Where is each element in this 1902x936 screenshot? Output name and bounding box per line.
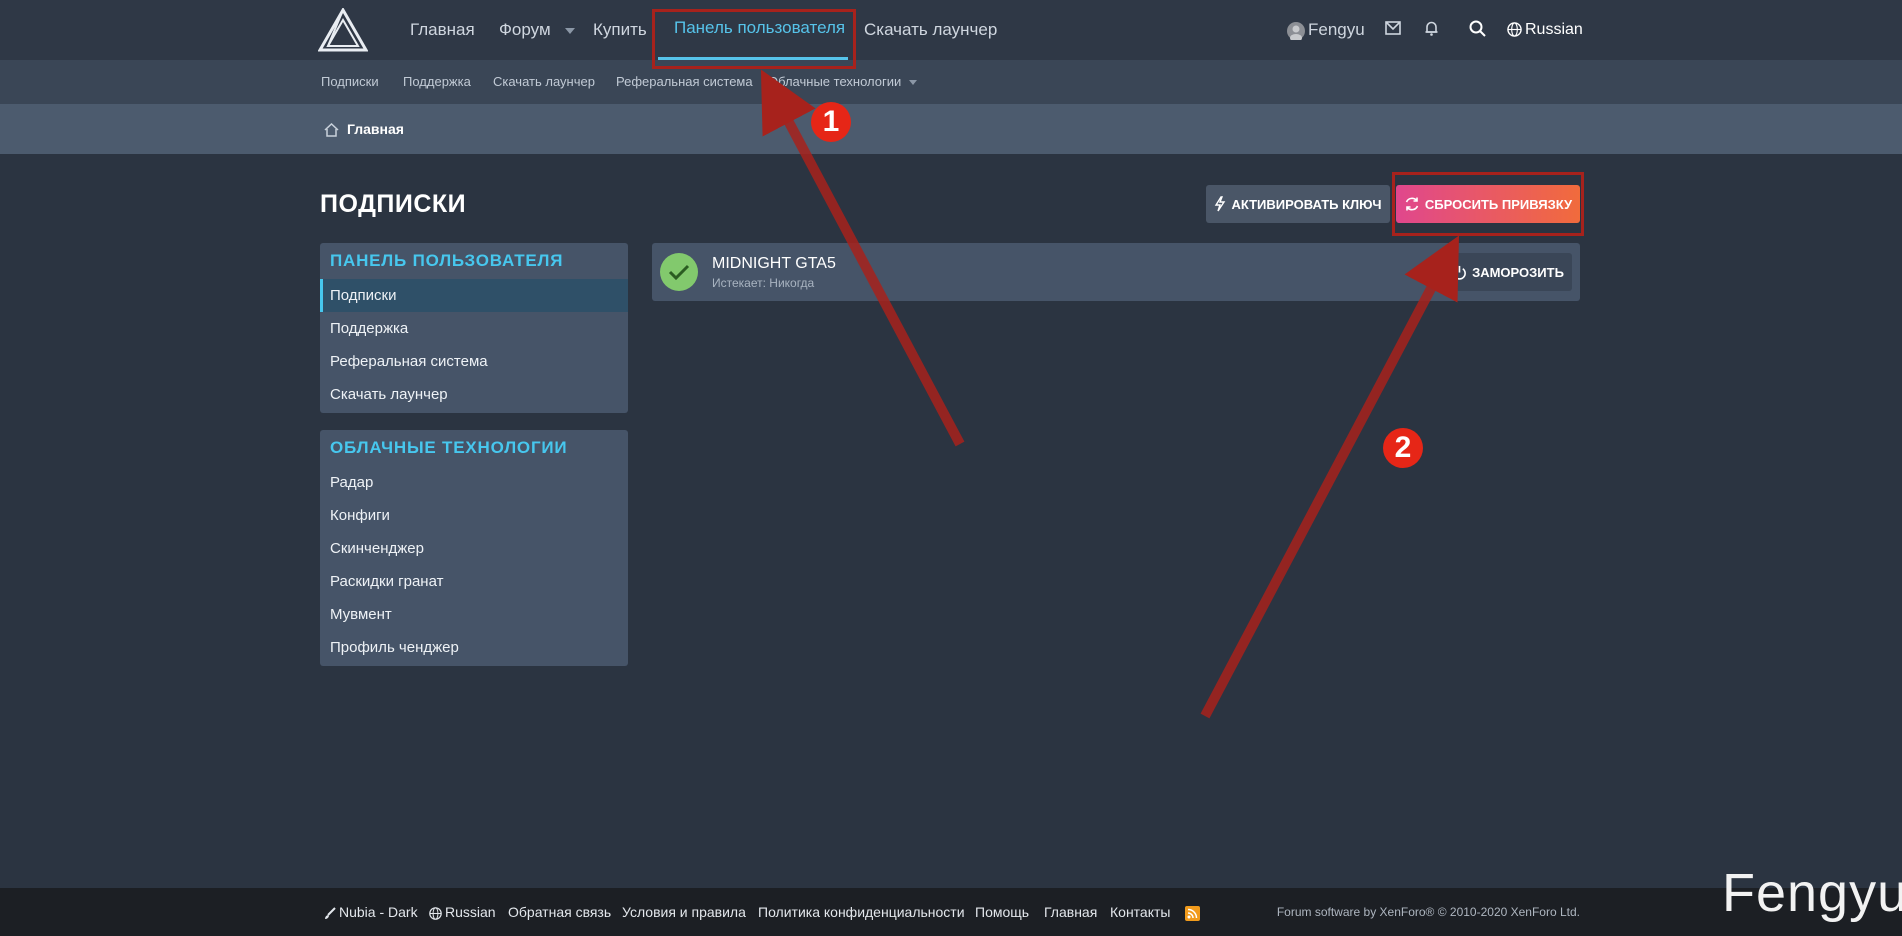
chevron-down-icon[interactable] (909, 80, 918, 86)
brush-icon (325, 907, 336, 919)
reset-binding-button[interactable]: СБРОСИТЬ ПРИВЯЗКУ (1396, 185, 1580, 223)
subscription-expiry: Истекает: Никогда (712, 276, 815, 290)
mail-icon[interactable] (1385, 21, 1401, 35)
logo-triangle-icon[interactable] (318, 8, 368, 52)
subnav-referral[interactable]: Реферальная система (616, 60, 753, 104)
footer-copyright: Forum software by XenForo® © 2010-2020 X… (1276, 905, 1580, 919)
subnav-cloud-label: Облачные технологии (768, 74, 902, 89)
nav-download-launcher[interactable]: Скачать лаунчер (864, 0, 997, 60)
page-title: ПОДПИСКИ (320, 190, 467, 218)
breadcrumb[interactable]: Главная (324, 104, 404, 154)
sidebar-cloud-panel-title: ОБЛАЧНЫЕ ТЕХНОЛОГИИ (330, 438, 568, 457)
power-icon (1453, 265, 1466, 280)
footer-link-contacts[interactable]: Контакты (1110, 888, 1170, 936)
footer-style-chooser[interactable]: Nubia - Dark (324, 888, 418, 936)
footer-link-privacy[interactable]: Политика конфиденциальности (758, 888, 965, 936)
sidebar-item-grenades[interactable]: Раскидки гранат (320, 565, 628, 598)
subnav-subscriptions[interactable]: Подписки (321, 60, 379, 104)
reset-binding-label: СБРОСИТЬ ПРИВЯЗКУ (1424, 196, 1573, 212)
breadcrumb-home[interactable]: Главная (347, 121, 404, 137)
search-icon[interactable] (1469, 20, 1486, 37)
breadcrumb-bar (0, 104, 1902, 154)
sidebar-item-support[interactable]: Поддержка (320, 312, 628, 345)
sidebar-item-download-launcher[interactable]: Скачать лаунчер (320, 378, 628, 411)
sidebar-item-configs[interactable]: Конфиги (320, 499, 628, 532)
bell-icon[interactable] (1424, 20, 1439, 36)
sub-navigation-bar (0, 60, 1902, 104)
activate-key-button[interactable]: АКТИВИРОВАТЬ КЛЮЧ (1206, 185, 1390, 223)
username: Fengyu (1308, 20, 1365, 39)
subnav-support[interactable]: Поддержка (403, 60, 471, 104)
check-icon (660, 253, 698, 291)
home-icon (324, 123, 339, 138)
language-label: Russian (1525, 21, 1583, 38)
sidebar-user-panel: ПАНЕЛЬ ПОЛЬЗОВАТЕЛЯ Подписки Поддержка Р… (320, 243, 628, 413)
nav-home[interactable]: Главная (410, 0, 475, 60)
footer-link-feedback[interactable]: Обратная связь (508, 888, 611, 936)
nav-forum-label: Форум (499, 20, 551, 39)
footer-language[interactable]: Russian (429, 888, 496, 936)
freeze-button[interactable]: ЗАМОРОЗИТЬ (1444, 253, 1572, 291)
sidebar-item-subscriptions[interactable]: Подписки (320, 279, 628, 312)
footer-link-home[interactable]: Главная (1044, 888, 1097, 936)
footer-link-help[interactable]: Помощь (975, 888, 1029, 936)
sidebar-item-radar[interactable]: Радар (320, 466, 628, 499)
annotation-badge-2: 2 (1383, 428, 1423, 468)
refresh-icon (1405, 197, 1419, 211)
annotation-arrow-2 (1200, 235, 1460, 719)
sidebar-item-profile-changer[interactable]: Профиль ченджер (320, 631, 628, 664)
footer-style-label: Nubia - Dark (339, 904, 418, 920)
rss-link[interactable] (1185, 888, 1200, 936)
sidebar-item-skinchanger[interactable]: Скинченджер (320, 532, 628, 565)
subscription-name: MIDNIGHT GTA5 (712, 255, 836, 272)
nav-buy[interactable]: Купить (593, 0, 647, 60)
globe-icon (1507, 22, 1522, 38)
nav-forum[interactable]: Форум (499, 0, 575, 60)
sidebar-user-panel-title: ПАНЕЛЬ ПОЛЬЗОВАТЕЛЯ (330, 251, 564, 270)
activate-key-label: АКТИВИРОВАТЬ КЛЮЧ (1231, 196, 1382, 212)
sidebar-item-movement[interactable]: Мувмент (320, 598, 628, 631)
sidebar-item-referral[interactable]: Реферальная система (320, 345, 628, 378)
avatar (1287, 21, 1305, 42)
rss-icon (1185, 905, 1200, 921)
sidebar-cloud-panel: ОБЛАЧНЫЕ ТЕХНОЛОГИИ Радар Конфиги Скинче… (320, 430, 628, 666)
subnav-cloud[interactable]: Облачные технологии (768, 60, 918, 104)
footer-link-terms[interactable]: Условия и правила (622, 888, 746, 936)
subnav-download-launcher[interactable]: Скачать лаунчер (493, 60, 595, 104)
freeze-label: ЗАМОРОЗИТЬ (1472, 264, 1564, 280)
globe-icon (429, 907, 442, 920)
watermark-text: Fengyu (1722, 863, 1902, 923)
chevron-down-icon[interactable] (564, 27, 575, 34)
bolt-icon (1215, 196, 1226, 212)
subscription-row: MIDNIGHT GTA5 Истекает: Никогда ЗАМОРОЗИ… (652, 243, 1580, 301)
footer-language-label: Russian (445, 904, 496, 920)
nav-user-panel[interactable]: Панель пользователя (674, 0, 845, 58)
language-selector[interactable]: Russian (1507, 0, 1583, 60)
user-menu[interactable]: Fengyu (1287, 0, 1365, 60)
